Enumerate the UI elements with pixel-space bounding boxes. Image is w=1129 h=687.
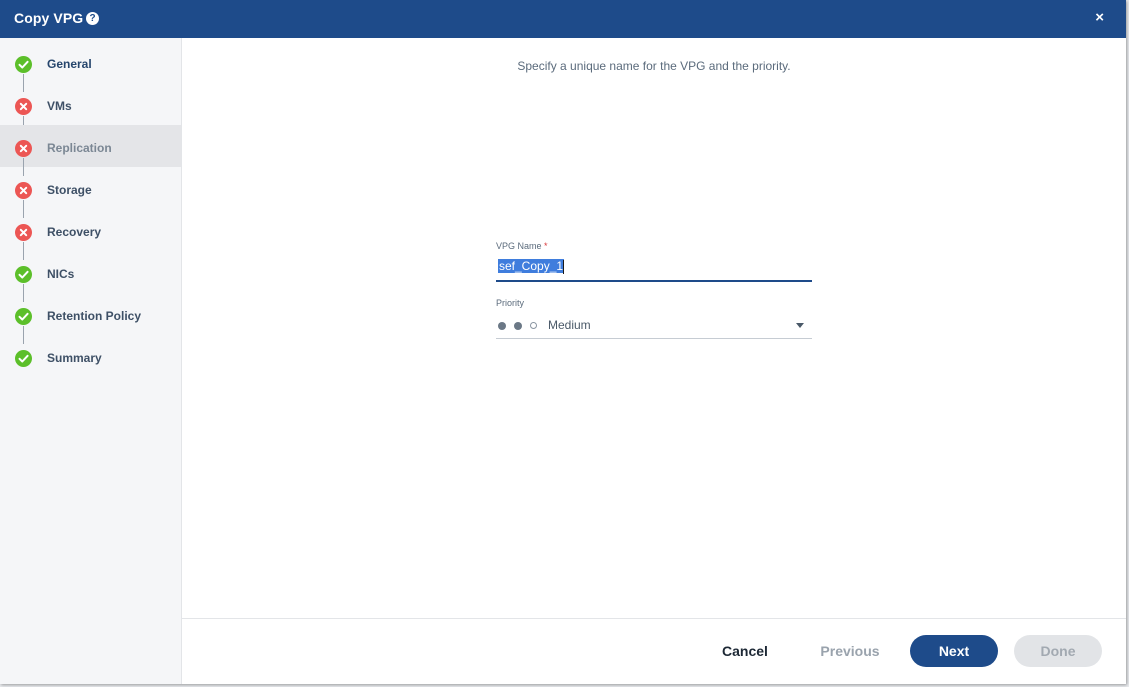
step-label: Retention Policy [47, 309, 142, 323]
text-caret [563, 260, 564, 274]
step-label: Replication [47, 141, 112, 155]
check-circle-icon [15, 308, 32, 325]
question-circle-icon[interactable]: ? [86, 12, 99, 25]
error-circle-icon [15, 182, 32, 199]
required-mark: * [544, 241, 548, 251]
cancel-button[interactable]: Cancel [710, 635, 780, 667]
priority-label: Priority [496, 298, 525, 308]
vpg-name-label: VPG Name * [496, 241, 548, 251]
main-content: Specify a unique name for the VPG and th… [182, 38, 1126, 684]
next-button[interactable]: Next [910, 635, 998, 667]
priority-value: Medium [548, 318, 591, 332]
previous-button[interactable]: Previous [810, 635, 890, 667]
chevron-down-icon [796, 323, 804, 328]
step-storage[interactable]: Storage [0, 167, 181, 209]
copy-vpg-dialog: Copy VPG ? × General VMs Replication Sto… [0, 0, 1126, 684]
check-circle-icon [15, 56, 32, 73]
step-retention-policy[interactable]: Retention Policy [0, 293, 181, 335]
priority-level-dot [498, 322, 506, 330]
priority-select[interactable]: Medium [496, 315, 812, 339]
step-summary[interactable]: Summary [0, 335, 181, 377]
step-general[interactable]: General [0, 41, 181, 83]
step-label: VMs [47, 99, 72, 113]
close-icon[interactable]: × [1095, 10, 1104, 26]
error-circle-icon [15, 224, 32, 241]
step-label: Recovery [47, 225, 102, 239]
step-label: General [47, 57, 92, 71]
step-label: Storage [47, 183, 92, 197]
title-bar: Copy VPG ? × [0, 0, 1126, 38]
step-nics[interactable]: NICs [0, 251, 181, 293]
check-circle-icon [15, 350, 32, 367]
step-label: NICs [47, 267, 75, 281]
priority-level-dot [530, 322, 537, 329]
instruction-text: Specify a unique name for the VPG and th… [517, 59, 791, 73]
error-circle-icon [15, 98, 32, 115]
error-circle-icon [15, 140, 32, 157]
dialog-footer: Cancel Previous Next Done [182, 618, 1126, 684]
check-circle-icon [15, 266, 32, 283]
step-vms[interactable]: VMs [0, 83, 181, 125]
vpg-name-input[interactable]: sef_Copy_1 [496, 257, 812, 282]
dialog-title: Copy VPG [14, 10, 84, 26]
step-replication[interactable]: Replication [0, 125, 181, 167]
step-recovery[interactable]: Recovery [0, 209, 181, 251]
priority-level-dot [514, 322, 522, 330]
done-button[interactable]: Done [1014, 635, 1102, 667]
wizard-steps-sidebar: General VMs Replication Storage Recovery… [0, 38, 182, 684]
vpg-name-label-text: VPG Name [496, 241, 542, 251]
vpg-name-value: sef_Copy_1 [498, 259, 565, 273]
step-label: Summary [47, 351, 102, 365]
